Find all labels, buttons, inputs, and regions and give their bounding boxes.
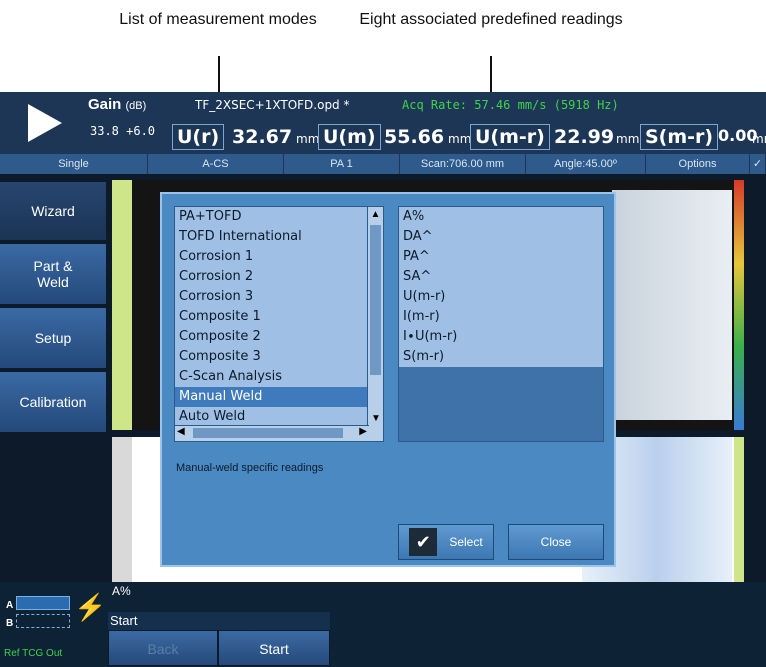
power-icon: ⚡ bbox=[74, 592, 107, 622]
callout-right-text: Eight associated predefined readings bbox=[359, 11, 623, 28]
mode-list-item[interactable]: C-Scan Analysis bbox=[175, 367, 383, 387]
reading-unit: mm bbox=[752, 132, 766, 146]
reading-list-item: S(m-r) bbox=[403, 349, 445, 364]
reading-label-s-m-r[interactable]: S(m-r) bbox=[640, 124, 719, 150]
nav-wizard[interactable]: Wizard bbox=[0, 182, 106, 242]
reading-value-u-m-r: 22.99 bbox=[554, 126, 615, 148]
nav-calibration[interactable]: Calibration bbox=[0, 372, 106, 434]
strip-mode[interactable]: Single bbox=[0, 154, 148, 174]
back-button[interactable]: Back bbox=[108, 630, 218, 666]
ascan-left-ruler bbox=[112, 180, 132, 430]
reading-label-u-m-r[interactable]: U(m-r) bbox=[470, 124, 550, 150]
strip-scan: Scan:706.00 mm bbox=[400, 154, 526, 174]
reading-value-u-m: 55.66 bbox=[384, 126, 445, 148]
mode-list-item[interactable]: Corrosion 2 bbox=[175, 267, 383, 287]
hscroll-thumb[interactable] bbox=[193, 428, 343, 438]
start-button[interactable]: Start bbox=[218, 630, 330, 666]
select-button-label: Select bbox=[449, 535, 483, 549]
mode-list-item[interactable]: Composite 3 bbox=[175, 347, 383, 367]
scroll-left-arrow-icon[interactable]: ◀ bbox=[177, 426, 185, 437]
reading-unit: mm bbox=[296, 132, 320, 146]
close-button-label: Close bbox=[540, 535, 572, 549]
close-button[interactable]: Close bbox=[508, 524, 604, 560]
reading-list-item: SA^ bbox=[403, 269, 432, 284]
mode-list-item[interactable]: TOFD International bbox=[175, 227, 383, 247]
reading-list-item: PA^ bbox=[403, 249, 430, 264]
reading-list-item: I∙U(m-r) bbox=[403, 329, 458, 344]
scroll-up-arrow-icon[interactable]: ▲ bbox=[368, 207, 383, 223]
scroll-down-arrow-icon[interactable]: ▼ bbox=[368, 411, 383, 427]
battery-icon bbox=[16, 596, 70, 610]
reading-list-item: U(m-r) bbox=[403, 289, 446, 304]
ascan-right-ruler bbox=[734, 180, 744, 430]
bottom-bar: A% A B ⚡ Ref TCG Out Start Back Start bbox=[0, 582, 766, 667]
reading-label-u-m[interactable]: U(m) bbox=[318, 124, 381, 150]
select-button[interactable]: ✔ Select bbox=[398, 524, 494, 560]
reading-unit: mm bbox=[616, 132, 640, 146]
device-screen: Gain (dB) 33.8 +6.0 TF_2XSEC+1XTOFD.opd … bbox=[0, 92, 766, 667]
sector-scan-image bbox=[612, 190, 732, 420]
gain-label-text: Gain bbox=[88, 96, 122, 113]
sscan-left-ruler bbox=[112, 437, 132, 582]
check-icon: ✔ bbox=[409, 528, 438, 556]
mode-list-item[interactable]: Composite 2 bbox=[175, 327, 383, 347]
mode-list-item[interactable]: Manual Weld bbox=[175, 387, 383, 407]
modes-horizontal-scrollbar[interactable]: ◀ ▶ bbox=[175, 425, 369, 441]
ascan-percent-label: A% bbox=[112, 584, 131, 598]
strip-angle: Angle:45.00º bbox=[526, 154, 646, 174]
readings-empty-area bbox=[399, 367, 603, 441]
callout-predefined-readings: Eight associated predefined readings bbox=[352, 10, 630, 30]
top-bar: Gain (dB) 33.8 +6.0 TF_2XSEC+1XTOFD.opd … bbox=[0, 92, 766, 154]
sscan-right-ruler bbox=[734, 437, 744, 582]
reading-unit: mm bbox=[448, 132, 472, 146]
file-name: TF_2XSEC+1XTOFD.opd * bbox=[195, 98, 350, 112]
back-button-label: Back bbox=[147, 641, 179, 657]
mode-list-item[interactable]: Corrosion 3 bbox=[175, 287, 383, 307]
reading-value-u-r: 32.67 bbox=[232, 126, 293, 148]
measurement-mode-dialog: PA+TOFD TOFD International Corrosion 1 Corr… bbox=[160, 192, 616, 567]
strip-group[interactable]: PA 1 bbox=[284, 154, 400, 174]
gain-label[interactable]: Gain (dB) bbox=[88, 96, 146, 113]
nav-wizard-label: Wizard bbox=[31, 203, 75, 219]
nav-setup-label: Setup bbox=[34, 330, 72, 346]
reading-list-item: DA^ bbox=[403, 229, 433, 244]
gain-unit: (dB) bbox=[125, 100, 147, 112]
strip-view[interactable]: A-CS bbox=[148, 154, 284, 174]
start-button-label: Start bbox=[259, 641, 289, 657]
channel-a-label: A bbox=[6, 600, 14, 611]
channel-b-label: B bbox=[6, 618, 14, 629]
readings-container: A% DA^ PA^ SA^ U(m-r) I(m-r) I∙U(m-r) S(m-r) bbox=[399, 207, 603, 367]
scroll-right-arrow-icon[interactable]: ▶ bbox=[359, 426, 367, 437]
mode-list-item[interactable]: PA+TOFD bbox=[175, 207, 383, 227]
strip-options[interactable]: Options bbox=[646, 154, 750, 174]
status-strip: Single A-CS PA 1 Scan:706.00 mm Angle:45… bbox=[0, 154, 766, 174]
reading-list-item: A% bbox=[403, 209, 425, 224]
predefined-readings-list[interactable]: A% DA^ PA^ SA^ U(m-r) I(m-r) I∙U(m-r) S(m-r) bbox=[398, 206, 604, 442]
reading-label-u-r[interactable]: U(r) bbox=[172, 124, 225, 150]
gain-value[interactable]: 33.8 +6.0 bbox=[90, 124, 155, 138]
nav-part-weld-label: Part & Weld bbox=[33, 258, 73, 290]
callout-left-text: List of measurement modes bbox=[119, 11, 317, 28]
acq-rate: Acq Rate: 57.46 mm/s (5918 Hz) bbox=[402, 98, 619, 112]
nav-setup[interactable]: Setup bbox=[0, 308, 106, 370]
mode-description: Manual-weld specific readings bbox=[176, 462, 324, 474]
modes-vertical-scrollbar[interactable]: ▲ ▼ bbox=[367, 207, 383, 441]
mode-list-item[interactable]: Corrosion 1 bbox=[175, 247, 383, 267]
nav-part-weld[interactable]: Part & Weld bbox=[0, 244, 106, 306]
scroll-thumb[interactable] bbox=[370, 225, 381, 375]
mode-list-item[interactable]: Auto Weld bbox=[175, 407, 383, 427]
ref-tcg-label: Ref TCG Out bbox=[4, 648, 63, 659]
play-icon[interactable] bbox=[6, 96, 78, 150]
reading-list-item: I(m-r) bbox=[403, 309, 440, 324]
nav-calibration-label: Calibration bbox=[19, 394, 87, 410]
callout-measurement-modes: List of measurement modes bbox=[108, 10, 328, 30]
expand-icon[interactable]: ✓ bbox=[750, 154, 766, 174]
modes-container: PA+TOFD TOFD International Corrosion 1 Corr… bbox=[175, 207, 383, 427]
section-label: Start bbox=[110, 613, 138, 628]
mode-list-item[interactable]: Composite 1 bbox=[175, 307, 383, 327]
section-label-bar: Start bbox=[108, 612, 330, 630]
measurement-modes-list[interactable]: PA+TOFD TOFD International Corrosion 1 Corr… bbox=[174, 206, 384, 442]
battery-icon bbox=[16, 614, 70, 628]
